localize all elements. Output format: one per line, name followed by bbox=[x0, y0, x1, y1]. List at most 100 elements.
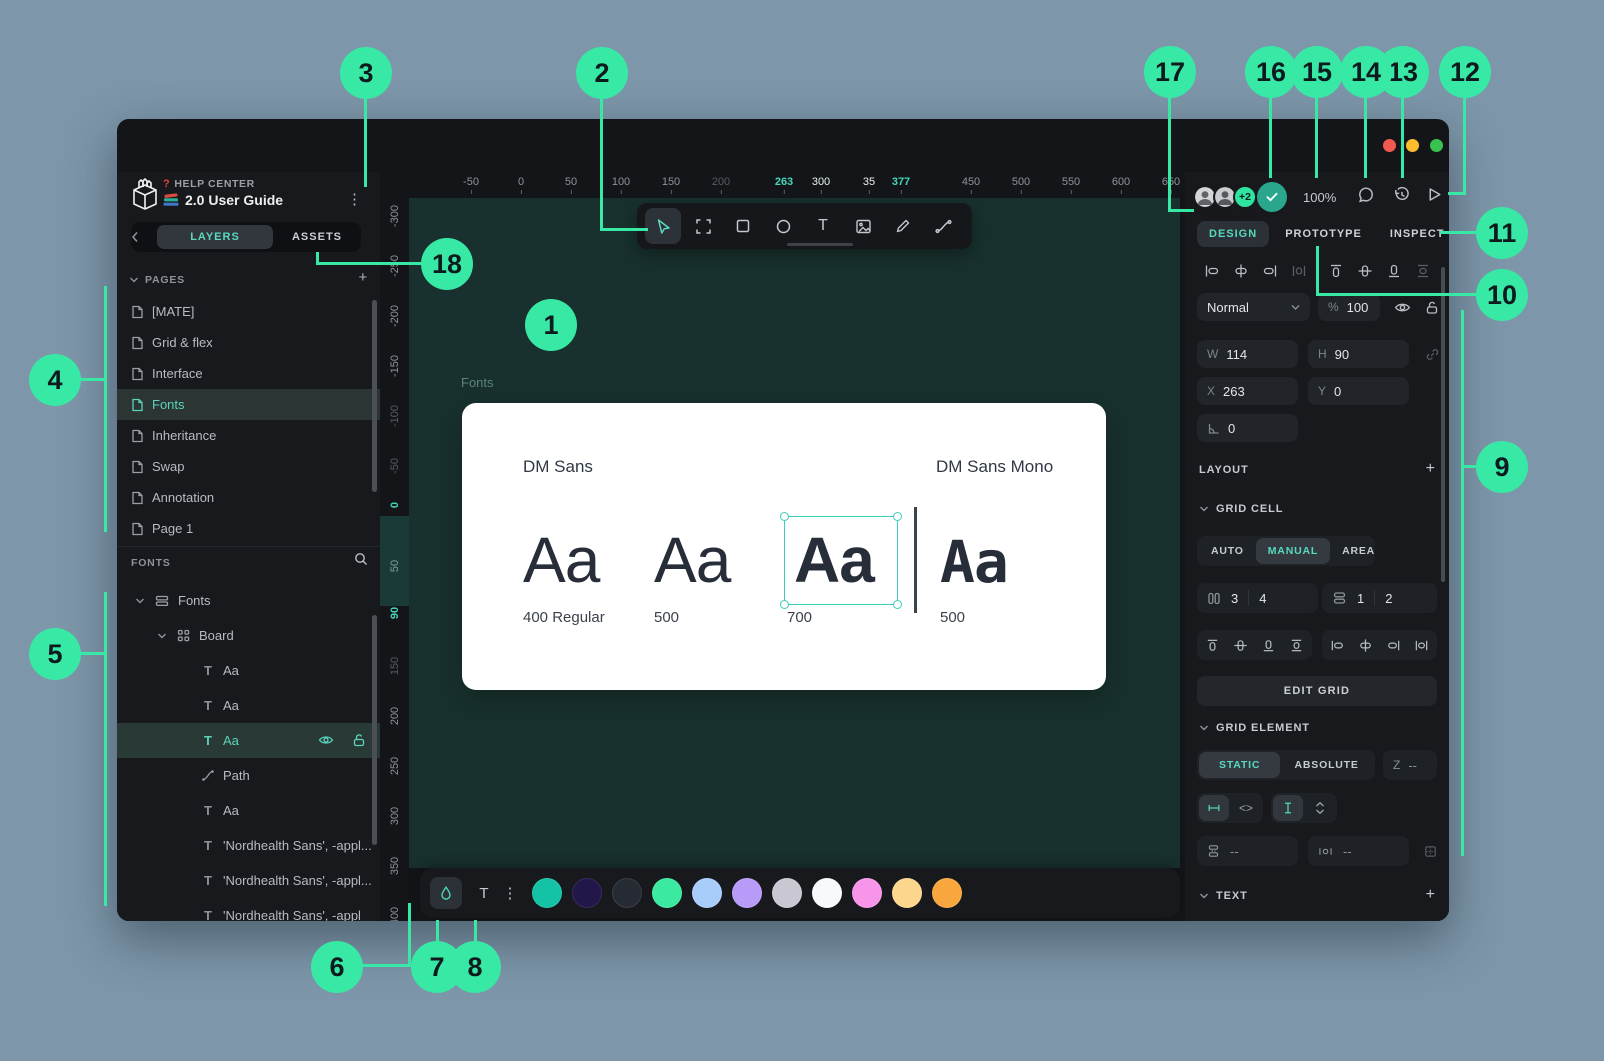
hug-width-icon[interactable]: <> bbox=[1231, 795, 1261, 821]
align-top-icon[interactable] bbox=[1321, 262, 1350, 280]
tab-assets[interactable]: ASSETS bbox=[273, 225, 361, 249]
image-tool[interactable] bbox=[845, 208, 881, 244]
comment-icon[interactable] bbox=[1357, 186, 1375, 204]
fixed-height-icon[interactable] bbox=[1273, 795, 1303, 821]
fixed-width-icon[interactable] bbox=[1199, 795, 1229, 821]
color-swatch[interactable] bbox=[812, 878, 842, 908]
toolbar-drag-handle[interactable] bbox=[787, 243, 853, 246]
zoom-window-button[interactable] bbox=[1430, 139, 1443, 152]
cell-align-left-icon[interactable] bbox=[1324, 636, 1352, 654]
grid-settings-icon[interactable] bbox=[1415, 842, 1445, 860]
cell-align-middle-icon[interactable] bbox=[1227, 636, 1255, 654]
page-item[interactable]: [MATE] bbox=[117, 296, 380, 327]
cell-align-bottom-icon[interactable] bbox=[1255, 636, 1283, 654]
selection-handle[interactable] bbox=[780, 512, 789, 521]
position-absolute[interactable]: ABSOLUTE bbox=[1280, 752, 1373, 778]
visibility-eye-icon[interactable] bbox=[318, 733, 334, 747]
more-options-icon[interactable]: ⋮ bbox=[500, 877, 520, 909]
selection-handle[interactable] bbox=[893, 512, 902, 521]
layer-row-board[interactable]: Board bbox=[117, 618, 380, 653]
tab-design[interactable]: DESIGN bbox=[1197, 221, 1269, 247]
page-item[interactable]: Swap bbox=[117, 451, 380, 482]
x-position-field[interactable]: X263 bbox=[1197, 377, 1298, 405]
close-window-button[interactable] bbox=[1383, 139, 1396, 152]
panel-scrollbar[interactable] bbox=[1441, 267, 1445, 582]
text-style-tool[interactable]: T bbox=[468, 877, 500, 909]
opacity-field[interactable]: %100 bbox=[1318, 293, 1380, 321]
layer-row-text[interactable]: T 'Nordhealth Sans', -appl bbox=[117, 898, 380, 921]
add-text-style-button[interactable]: + bbox=[1426, 887, 1435, 903]
font-specimen-500[interactable]: Aa bbox=[654, 519, 730, 602]
chevron-down-icon[interactable] bbox=[135, 597, 145, 605]
color-swatch[interactable] bbox=[852, 878, 882, 908]
page-item[interactable]: Inheritance bbox=[117, 420, 380, 451]
page-item[interactable]: Annotation bbox=[117, 482, 380, 513]
tab-prototype[interactable]: PROTOTYPE bbox=[1273, 221, 1374, 247]
search-icon[interactable] bbox=[354, 552, 368, 566]
text-tool[interactable]: T bbox=[805, 208, 841, 244]
color-swatch[interactable] bbox=[932, 878, 962, 908]
text-section-header[interactable]: TEXT bbox=[1199, 890, 1248, 902]
layer-row-path[interactable]: Path bbox=[117, 758, 380, 793]
chevron-down-icon[interactable] bbox=[157, 632, 167, 640]
position-static[interactable]: STATIC bbox=[1199, 752, 1280, 778]
distribute-v-icon[interactable] bbox=[1408, 262, 1437, 280]
row-gap-field[interactable]: -- bbox=[1197, 836, 1298, 866]
frame-tool[interactable] bbox=[685, 208, 721, 244]
grid-mode-auto[interactable]: AUTO bbox=[1199, 538, 1256, 564]
layer-row-text[interactable]: T Aa bbox=[117, 688, 380, 723]
present-play-icon[interactable] bbox=[1426, 186, 1443, 203]
tab-inspect[interactable]: INSPECT bbox=[1378, 221, 1449, 247]
font-specimen-400[interactable]: Aa bbox=[523, 519, 599, 602]
fill-droplet-tool[interactable] bbox=[430, 877, 462, 909]
cell-stretch-h-icon[interactable] bbox=[1407, 636, 1435, 654]
column-gap-field[interactable]: -- bbox=[1308, 836, 1409, 866]
align-right-icon[interactable] bbox=[1255, 262, 1284, 280]
page-item[interactable]: Page 1 bbox=[117, 513, 380, 544]
align-h-center-icon[interactable] bbox=[1226, 262, 1255, 280]
layers-scrollbar[interactable] bbox=[372, 615, 377, 845]
page-item[interactable]: Grid & flex bbox=[117, 327, 380, 358]
edit-grid-button[interactable]: EDIT GRID bbox=[1197, 676, 1437, 706]
align-bottom-icon[interactable] bbox=[1379, 262, 1408, 280]
collapse-sidebar-button[interactable] bbox=[131, 231, 157, 243]
cell-align-right-icon[interactable] bbox=[1380, 636, 1408, 654]
selection-handle[interactable] bbox=[780, 600, 789, 609]
distribute-h-icon[interactable] bbox=[1284, 262, 1313, 280]
approve-check-button[interactable] bbox=[1257, 182, 1287, 212]
z-index-field[interactable]: Z-- bbox=[1383, 750, 1437, 780]
color-swatch[interactable] bbox=[532, 878, 562, 908]
grid-element-section-header[interactable]: GRID ELEMENT bbox=[1199, 722, 1310, 734]
align-v-center-icon[interactable] bbox=[1350, 262, 1379, 280]
font-specimen-mono-500[interactable]: Aa bbox=[940, 525, 1008, 600]
cell-align-top-icon[interactable] bbox=[1199, 636, 1227, 654]
unlock-icon[interactable] bbox=[352, 733, 366, 747]
zoom-level[interactable]: 100% bbox=[1303, 190, 1336, 205]
selection-bounding-box[interactable] bbox=[784, 516, 898, 605]
ellipse-tool[interactable] bbox=[765, 208, 801, 244]
height-field[interactable]: H90 bbox=[1308, 340, 1409, 368]
minimize-window-button[interactable] bbox=[1406, 139, 1419, 152]
width-field[interactable]: W114 bbox=[1197, 340, 1298, 368]
cell-stretch-v-icon[interactable] bbox=[1282, 636, 1310, 654]
cell-align-center-icon[interactable] bbox=[1352, 636, 1380, 654]
grid-rows-field[interactable]: 12 bbox=[1322, 583, 1437, 613]
grid-columns-field[interactable]: 34 bbox=[1197, 583, 1318, 613]
document-menu-button[interactable]: ⋮ bbox=[341, 188, 368, 211]
add-page-button[interactable]: + bbox=[358, 270, 368, 285]
layer-row-text[interactable]: T 'Nordhealth Sans', -appl... bbox=[117, 828, 380, 863]
layer-row-text-selected[interactable]: T Aa bbox=[117, 723, 380, 758]
pages-section-header[interactable]: PAGES + bbox=[117, 272, 380, 288]
selection-handle[interactable] bbox=[893, 600, 902, 609]
pen-path-tool[interactable] bbox=[925, 208, 961, 244]
layer-row-text[interactable]: T 'Nordhealth Sans', -appl... bbox=[117, 863, 380, 898]
blend-mode-select[interactable]: Normal bbox=[1197, 293, 1310, 321]
document-title[interactable]: 2.0 User Guide bbox=[163, 192, 283, 208]
layer-row-fonts-section[interactable]: Fonts bbox=[117, 583, 380, 618]
pencil-tool[interactable] bbox=[885, 208, 921, 244]
color-swatch[interactable] bbox=[732, 878, 762, 908]
page-item[interactable]: Interface bbox=[117, 358, 380, 389]
layer-row-text[interactable]: T Aa bbox=[117, 793, 380, 828]
rotation-field[interactable]: 0 bbox=[1197, 414, 1298, 442]
grid-mode-area[interactable]: AREA bbox=[1330, 538, 1387, 564]
